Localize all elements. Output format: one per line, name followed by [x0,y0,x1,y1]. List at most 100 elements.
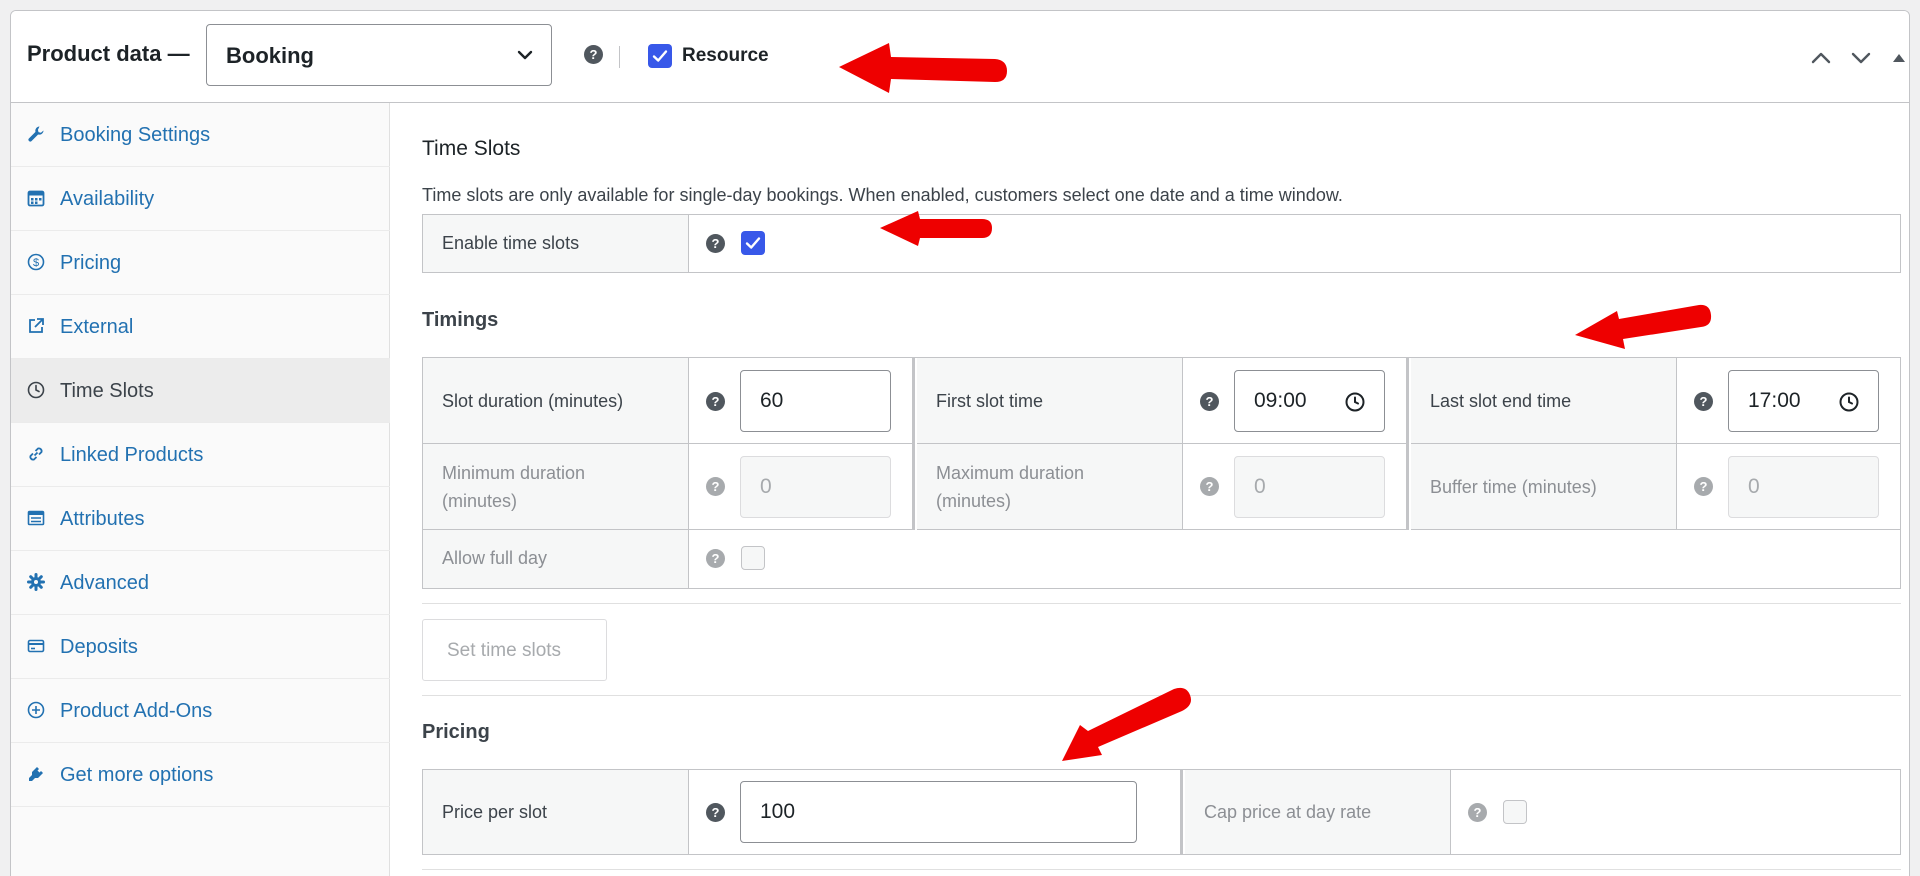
sidebar-item-product-add-ons[interactable]: Product Add-Ons [11,679,390,743]
first-slot-time-input[interactable]: 09:00 [1234,370,1385,432]
clock-icon[interactable] [1838,391,1860,413]
sidebar-item-attributes[interactable]: Attributes [11,487,390,551]
sidebar-item-label: Linked Products [60,444,204,466]
sidebar-item-label: Pricing [60,252,122,274]
card-icon [27,639,45,653]
annotation-arrow-icon [880,211,992,246]
set-time-slots-button[interactable]: Set time slots [422,619,607,681]
help-icon[interactable]: ? [1468,803,1487,822]
last-slot-end-time-value: 17:00 [1748,389,1801,412]
sidebar-item-label: Attributes [60,508,145,530]
first-slot-field-cell: ? 09:00 [1183,358,1409,444]
sidebar-item-external[interactable]: External [11,295,390,359]
sidebar-item-time-slots[interactable]: Time Slots [11,359,390,423]
cap-price-label-cell: Cap price at day rate [1185,770,1451,854]
list-icon [27,510,45,526]
slot-duration-input[interactable]: 60 [740,370,891,432]
help-icon[interactable]: ? [706,392,725,411]
min-duration-input[interactable]: 0 [740,456,891,518]
clock-icon[interactable] [1344,391,1366,413]
resource-checkbox[interactable] [648,44,672,68]
enable-time-slots-label-cell: Enable time slots [423,215,689,272]
enable-time-slots-row: Enable time slots ? [422,214,1901,273]
annotation-arrow-icon [839,43,1007,93]
min-duration-label-cell: Minimum duration (minutes) [423,444,689,530]
sidebar-item-label: Advanced [60,572,149,594]
header-divider [619,46,620,68]
section-title-timings: Timings [422,309,499,331]
help-icon[interactable]: ? [1694,477,1713,496]
help-icon[interactable]: ? [706,477,725,496]
slot-duration-value: 60 [760,389,784,412]
slot-duration-field-cell: ? 60 [689,358,915,444]
price-per-slot-label-cell: Price per slot [423,770,689,854]
last-slot-label-cell: Last slot end time [1411,358,1677,444]
help-icon[interactable]: ? [706,803,725,822]
enable-time-slots-label: Enable time slots [442,233,580,253]
clock-icon [27,381,45,399]
external-link-icon [29,318,44,333]
buffer-time-field-cell: ? 0 [1677,444,1900,530]
dollar-icon: $ [27,253,45,271]
sidebar-item-deposits[interactable]: Deposits [11,615,390,679]
plus-circle-icon [27,701,45,719]
sidebar-item-label: Availability [60,188,155,210]
help-icon[interactable]: ? [706,549,725,568]
sidebar-item-advanced[interactable]: Advanced [11,551,390,615]
max-duration-label-cell: Maximum duration (minutes) [917,444,1183,530]
help-icon[interactable]: ? [584,45,603,64]
help-icon[interactable]: ? [1200,392,1219,411]
last-slot-label: Last slot end time [1430,391,1572,411]
chevron-down-icon [517,50,533,60]
price-per-slot-value: 100 [760,800,796,823]
full-day-label-cell: Allow full day [423,530,689,588]
sidebar-item-label: Time Slots [60,380,154,402]
chevron-up-icon[interactable] [1809,47,1833,69]
sidebar-item-availability[interactable]: Availability [11,167,390,231]
sidebar-item-label: External [60,316,134,338]
max-duration-field-cell: ? 0 [1183,444,1409,530]
full-day-label: Allow full day [442,548,548,568]
allow-full-day-checkbox[interactable] [741,546,765,570]
calendar-icon [27,190,45,207]
panel-title: Product data — [27,41,190,66]
product-type-select[interactable]: Booking [206,24,552,86]
help-icon[interactable]: ? [706,234,725,253]
enable-time-slots-checkbox[interactable] [741,231,765,255]
buffer-time-value: 0 [1748,475,1760,498]
resource-label: Resource [682,45,769,66]
sidebar-item-label: Deposits [60,636,138,658]
wrench-icon [28,126,44,142]
section-title-pricing: Pricing [422,721,490,743]
price-per-slot-input[interactable]: 100 [740,781,1137,843]
max-duration-value: 0 [1254,475,1266,498]
price-per-slot-field-cell: ? 100 [689,770,1183,854]
buffer-time-input[interactable]: 0 [1728,456,1879,518]
sidebar-item-get-more-options[interactable]: Get more options [11,743,390,807]
max-duration-input[interactable]: 0 [1234,456,1385,518]
cap-price-label: Cap price at day rate [1204,802,1372,822]
slot-duration-label-cell: Slot duration (minutes) [423,358,689,444]
set-time-slots-label: Set time slots [447,640,562,661]
last-slot-end-time-input[interactable]: 17:00 [1728,370,1879,432]
pricing-table: Price per slot ? 100 Cap price at day ra… [422,769,1901,855]
time-slots-description: Time slots are only available for single… [422,185,1343,205]
svg-text:$: $ [33,257,39,269]
chevron-down-icon[interactable] [1849,47,1873,69]
sidebar-item-booking-settings[interactable]: Booking Settings [11,103,390,167]
plugin-icon [29,767,43,781]
sidebar-item-pricing[interactable]: $ Pricing [11,231,390,295]
max-duration-label: Maximum duration (minutes) [936,463,1085,511]
time-slots-panel: Time Slots Time slots are only available… [408,103,1901,876]
help-icon[interactable]: ? [1694,392,1713,411]
sidebar-item-linked-products[interactable]: Linked Products [11,423,390,487]
product-data-panel: Product data — Booking ? Resource Bookin… [10,10,1910,876]
help-icon[interactable]: ? [1200,477,1219,496]
sidebar-item-label: Product Add-Ons [60,700,213,722]
link-icon [29,447,43,461]
buffer-time-label: Buffer time (minutes) [1430,477,1597,497]
cap-price-checkbox[interactable] [1503,800,1527,824]
panel-header: Product data — Booking ? Resource [11,11,1909,103]
slot-duration-label: Slot duration (minutes) [442,391,624,411]
collapse-toggle-icon[interactable] [1887,47,1910,69]
